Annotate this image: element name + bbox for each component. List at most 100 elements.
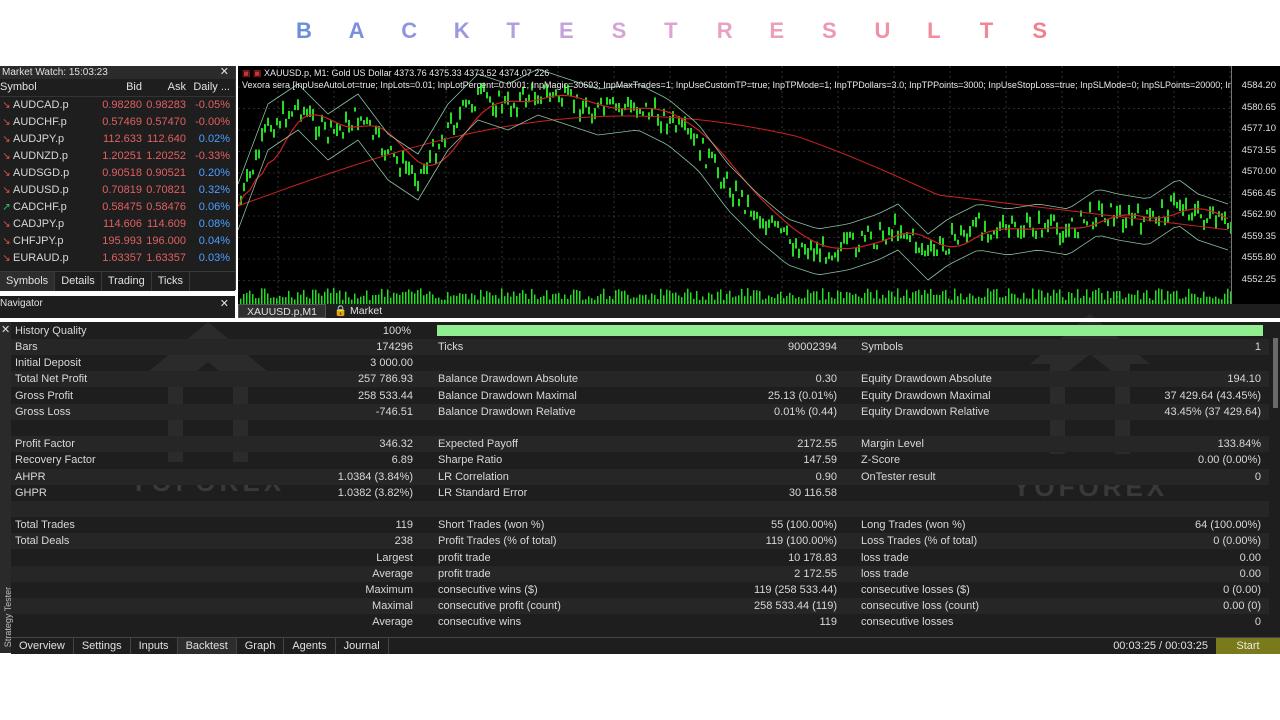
candle [267, 117, 269, 126]
candle [585, 97, 587, 108]
tab-details[interactable]: Details [55, 272, 102, 291]
tab-inputs[interactable]: Inputs [131, 638, 178, 654]
candle [675, 125, 677, 133]
market-watch-row[interactable]: ↘ CHFJPY.p 195.993 196.000 0.04% [0, 233, 235, 250]
tab-market[interactable]: 🔒 Market [326, 304, 390, 318]
col-symbol-header[interactable]: Symbol [0, 79, 98, 96]
volume-bar [675, 292, 677, 304]
candle [1083, 219, 1085, 224]
daily-change-cell: 0.03% [198, 252, 230, 264]
close-icon[interactable]: ✕ [220, 66, 229, 79]
candle [858, 244, 860, 253]
tab-overview[interactable]: Overview [11, 638, 74, 654]
tab-settings[interactable]: Settings [74, 638, 131, 654]
volume-bar [945, 290, 947, 304]
candle [798, 248, 800, 259]
close-icon[interactable]: ✕ [220, 296, 229, 312]
candle [1149, 207, 1151, 222]
ask-cell: 1.63357 [146, 252, 186, 264]
candle [249, 171, 251, 179]
metric-value: 25.13 (0.01%) [767, 389, 837, 402]
candle [609, 99, 611, 105]
tab-ticks[interactable]: Ticks [152, 272, 190, 291]
candle [723, 177, 725, 189]
tab-graph[interactable]: Graph [237, 638, 285, 654]
tab-journal[interactable]: Journal [336, 638, 389, 654]
candle [270, 125, 272, 132]
metric-label: Total Net Profit [15, 373, 88, 386]
candle [285, 118, 287, 128]
tester-row [11, 420, 1269, 436]
market-watch-row[interactable]: ↘ AUDJPY.p 112.633 112.640 0.02% [0, 131, 235, 148]
price-tick-label: 4584.20 [1241, 80, 1276, 91]
metric-label: Margin Level [861, 438, 924, 451]
market-watch-row[interactable]: ↘ EURAUD.p 1.63357 1.63357 0.03% [0, 250, 235, 267]
candle [495, 105, 497, 118]
banner-letter: S [1032, 18, 1047, 43]
close-icon[interactable]: ✕ [1, 323, 10, 336]
candle [387, 149, 389, 154]
metric-value: 238 [394, 535, 413, 548]
price-tick-label: 4573.55 [1241, 144, 1276, 156]
symbol-cell: ↘ EURAUD.p [0, 250, 98, 267]
market-watch-row[interactable]: ↗ CADCHF.p 0.58475 0.58476 0.06% [0, 199, 235, 216]
bid-cell: 1.20251 [102, 150, 142, 162]
volume-bar [1050, 295, 1052, 304]
col-daily-header[interactable]: Daily ... [186, 79, 232, 96]
metric-value: 0 (0.00) [1223, 584, 1261, 596]
volume-bar [288, 290, 290, 304]
candle [294, 105, 296, 111]
metric-value: 0.30 [815, 373, 837, 386]
candle [1227, 222, 1229, 229]
candle [594, 108, 596, 120]
candle [600, 97, 602, 105]
candle [465, 99, 467, 108]
candle [768, 219, 770, 228]
volume-bar [252, 294, 254, 304]
tester-scrollbar[interactable] [1273, 338, 1278, 408]
volume-bar [426, 293, 428, 304]
volume-bar [888, 290, 890, 304]
market-watch-row[interactable]: ↘ AUDSGD.p 0.90518 0.90521 0.20% [0, 165, 235, 182]
volume-bar [417, 290, 419, 304]
metric-label: Profit Trades (% of total) [438, 535, 557, 548]
market-watch-row[interactable]: ↘ AUDNZD.p 1.20251 1.20252 -0.33% [0, 148, 235, 165]
tab-symbols[interactable]: Symbols [0, 272, 56, 291]
candle [969, 226, 971, 237]
banner: BACKTESTRESULTS [0, 0, 1280, 66]
candle [486, 92, 488, 99]
candle [1107, 219, 1109, 227]
tab-trading[interactable]: Trading [102, 272, 152, 291]
start-button[interactable]: Start [1216, 638, 1280, 654]
market-lock-icon: 🔒 [334, 305, 348, 317]
price-tick-label: 4555.80 [1241, 252, 1276, 263]
daily-change-cell: 0.32% [198, 184, 230, 196]
market-watch-row[interactable]: ↘ AUDCAD.p 0.98280 0.98283 -0.05% [0, 97, 235, 114]
metric-value: 0 [1254, 470, 1261, 483]
candle [462, 100, 464, 106]
metric-value: 37 429.64 (43.45%) [1164, 389, 1261, 402]
tab-chart-xauusd[interactable]: XAUUSD.p,M1 [238, 304, 327, 318]
volume-bar [588, 296, 590, 304]
tab-agents[interactable]: Agents [284, 638, 336, 654]
candle [831, 255, 833, 261]
market-watch-row[interactable]: ↘ CADJPY.p 114.606 114.609 0.08% [0, 216, 235, 233]
candle [1098, 200, 1100, 211]
candle [795, 238, 797, 249]
market-watch-row[interactable]: ↘ AUDCHF.p 0.57469 0.57470 -0.00% [0, 114, 235, 131]
candle [1152, 210, 1154, 217]
price-chart[interactable]: ▣ ▣ XAUUSD.p, M1: Gold US Dollar 4373.76… [238, 66, 1280, 304]
candle [642, 111, 644, 116]
volume-bar [1071, 293, 1073, 304]
tab-backtest[interactable]: Backtest [177, 638, 237, 654]
candle [357, 117, 359, 131]
chart-ea-line: Vexora sera [InpUseAutoLot=true; InpLots… [242, 80, 1232, 90]
col-bid-header[interactable]: Bid [98, 79, 142, 96]
market-watch-row[interactable]: ↘ AUDUSD.p 0.70819 0.70821 0.32% [0, 182, 235, 199]
tester-row: Average consecutive wins 119 consecutive lo… [11, 614, 1269, 630]
banner-title: BACKTESTRESULTS [296, 18, 1085, 44]
col-ask-header[interactable]: Ask [142, 79, 186, 96]
volume-bar [618, 289, 620, 304]
volume-bar [1203, 291, 1205, 304]
metric-label: consecutive losses [861, 616, 954, 629]
